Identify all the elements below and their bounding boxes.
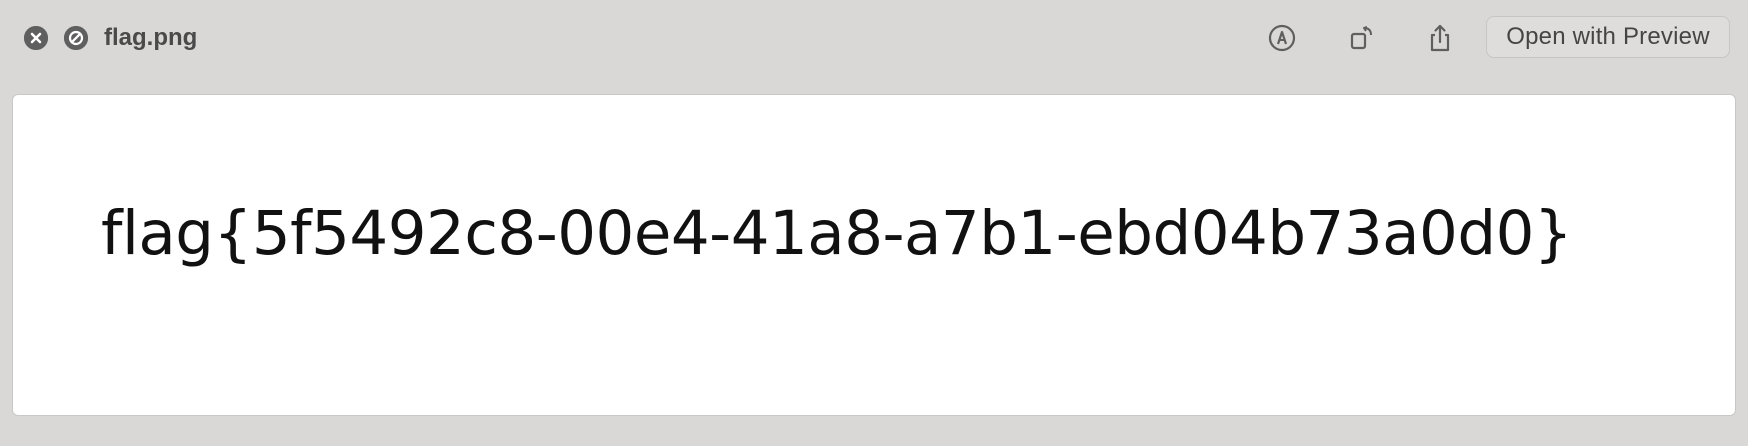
window-title: flag.png (104, 24, 198, 51)
close-icon (24, 26, 48, 50)
share-button[interactable] (1424, 22, 1456, 54)
quicklook-window: flag.png Open with Preview flag{5f5492c8… (0, 0, 1748, 446)
close-button[interactable] (24, 26, 48, 50)
open-with-preview-button[interactable]: Open with Preview (1486, 16, 1730, 58)
image-preview: flag{5f5492c8-00e4-41a8-a7b1-ebd04b73a0d… (12, 94, 1736, 416)
share-icon (1430, 24, 1450, 52)
no-entry-button[interactable] (64, 26, 88, 50)
markup-button[interactable] (1266, 22, 1298, 54)
no-entry-icon (64, 26, 88, 50)
toolbar: flag.png Open with Preview (0, 0, 1748, 90)
rotate-icon (1350, 26, 1372, 50)
markup-pen-icon (1268, 24, 1296, 52)
image-text: flag{5f5492c8-00e4-41a8-a7b1-ebd04b73a0d… (101, 198, 1573, 269)
rotate-button[interactable] (1346, 22, 1378, 54)
